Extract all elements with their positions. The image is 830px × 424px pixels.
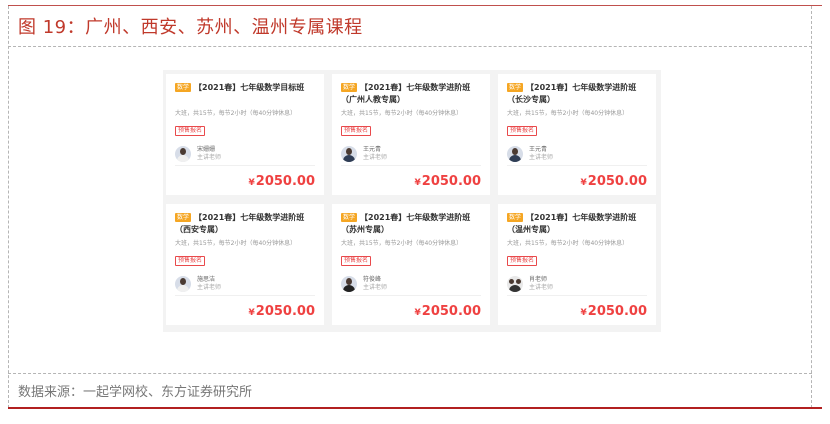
price-value: 2050.00 (421, 304, 481, 319)
teacher-photo-icon (507, 146, 523, 162)
subject-tag: 数学 (507, 213, 524, 222)
teacher-name: 王元青 (529, 146, 548, 153)
price-value: 2050.00 (587, 304, 647, 319)
figure-source: 数据来源：一起学网校、东方证券研究所 (18, 385, 253, 400)
teacher-name: 施思洁 (197, 276, 216, 283)
course-card[interactable]: 数学 【2021春】七年级数学目标班 大班，共15节，每节2小时（每40分钟休息）… (166, 74, 324, 195)
presale-badge: 预售报名 (507, 126, 538, 136)
presale-badge: 预售报名 (507, 256, 538, 266)
course-card[interactable]: 数学 【2021春】七年级数学进阶班（苏州专属） 大班，共15节，每节2小时（每4… (332, 204, 490, 325)
course-title-text: 【2021春】七年级数学进阶班（西安专属） (175, 213, 305, 234)
course-meta: 大班，共15节，每节2小时（每40分钟休息） (341, 110, 463, 117)
card-divider (175, 165, 315, 166)
price-value: 2050.00 (255, 304, 315, 319)
teacher-info: 肖老师 主讲老师 (507, 276, 647, 292)
course-title: 数学 【2021春】七年级数学进阶班（长沙专属） (507, 82, 647, 106)
teacher-info: 施思洁 主讲老师 (175, 276, 315, 292)
figure-title: 图 19：广州、西安、苏州、温州专属课程 (18, 17, 363, 38)
course-title-text: 【2021春】七年级数学进阶班（长沙专属） (507, 83, 637, 104)
teacher-role: 主讲老师 (197, 154, 222, 161)
teacher-role: 主讲老师 (529, 284, 554, 291)
subject-tag: 数学 (175, 213, 192, 222)
teacher-role: 主讲老师 (363, 154, 388, 161)
course-title-text: 【2021春】七年级数学进阶班（广州人教专属） (341, 83, 471, 104)
course-meta: 大班，共15节，每节2小时（每40分钟休息） (175, 240, 297, 247)
course-price: ¥2050.00 (415, 174, 481, 189)
teacher-role: 主讲老师 (529, 154, 554, 161)
course-card[interactable]: 数学 【2021春】七年级数学进阶班（广州人教专属） 大班，共15节，每节2小时（… (332, 74, 490, 195)
teacher-name: 符俊峰 (363, 276, 382, 283)
course-card[interactable]: 数学 【2021春】七年级数学进阶班（长沙专属） 大班，共15节，每节2小时（每4… (498, 74, 656, 195)
price-value: 2050.00 (587, 174, 647, 189)
course-price: ¥2050.00 (581, 174, 647, 189)
source-divider (8, 373, 812, 374)
presale-badge: 预售报名 (175, 126, 206, 136)
currency-symbol: ¥ (580, 178, 587, 188)
card-divider (507, 295, 647, 296)
teacher-group-photo-icon (507, 276, 523, 292)
course-meta: 大班，共15节，每节2小时（每40分钟休息） (507, 110, 629, 117)
bottom-rule (8, 407, 822, 409)
presale-badge: 预售报名 (175, 256, 206, 266)
course-title: 数学 【2021春】七年级数学进阶班（温州专属） (507, 212, 647, 236)
presale-badge: 预售报名 (341, 256, 372, 266)
teacher-info: 宋姗姗 主讲老师 (175, 146, 315, 162)
subject-tag: 数学 (507, 83, 524, 92)
course-card[interactable]: 数学 【2021春】七年级数学进阶班（温州专属） 大班，共15节，每节2小时（每4… (498, 204, 656, 325)
teacher-role: 主讲老师 (363, 284, 388, 291)
teacher-info: 王元青 主讲老师 (341, 146, 481, 162)
subject-tag: 数学 (341, 213, 358, 222)
presale-badge: 预售报名 (341, 126, 372, 136)
card-divider (175, 295, 315, 296)
subject-tag: 数学 (341, 83, 358, 92)
teacher-role: 主讲老师 (197, 284, 222, 291)
course-title-text: 【2021春】七年级数学进阶班（温州专属） (507, 213, 637, 234)
card-divider (341, 165, 481, 166)
course-meta: 大班，共15节，每节2小时（每40分钟休息） (507, 240, 629, 247)
course-title: 数学 【2021春】七年级数学进阶班（广州人教专属） (341, 82, 481, 106)
card-divider (341, 295, 481, 296)
card-divider (507, 165, 647, 166)
course-title-text: 【2021春】七年级数学目标班 (194, 83, 305, 92)
subject-tag: 数学 (175, 83, 192, 92)
teacher-name: 肖老师 (529, 276, 548, 283)
course-card[interactable]: 数学 【2021春】七年级数学进阶班（西安专属） 大班，共15节，每节2小时（每4… (166, 204, 324, 325)
currency-symbol: ¥ (414, 308, 421, 318)
course-price: ¥2050.00 (415, 304, 481, 319)
teacher-photo-icon (175, 276, 191, 292)
course-price: ¥2050.00 (581, 304, 647, 319)
currency-symbol: ¥ (248, 308, 255, 318)
price-value: 2050.00 (255, 174, 315, 189)
teacher-name: 王元青 (363, 146, 382, 153)
teacher-info: 王元青 主讲老师 (507, 146, 647, 162)
currency-symbol: ¥ (580, 308, 587, 318)
course-title: 数学 【2021春】七年级数学进阶班（苏州专属） (341, 212, 481, 236)
course-title: 数学 【2021春】七年级数学目标班 (175, 82, 315, 106)
title-divider (8, 46, 812, 47)
course-title: 数学 【2021春】七年级数学进阶班（西安专属） (175, 212, 315, 236)
teacher-photo-icon (341, 276, 357, 292)
currency-symbol: ¥ (248, 178, 255, 188)
course-meta: 大班，共15节，每节2小时（每40分钟休息） (341, 240, 463, 247)
course-title-text: 【2021春】七年级数学进阶班（苏州专属） (341, 213, 471, 234)
course-price: ¥2050.00 (249, 304, 315, 319)
teacher-photo-icon (341, 146, 357, 162)
teacher-info: 符俊峰 主讲老师 (341, 276, 481, 292)
course-price: ¥2050.00 (249, 174, 315, 189)
teacher-name: 宋姗姗 (197, 146, 216, 153)
currency-symbol: ¥ (414, 178, 421, 188)
price-value: 2050.00 (421, 174, 481, 189)
teacher-photo-icon (175, 146, 191, 162)
course-meta: 大班，共15节，每节2小时（每40分钟休息） (175, 110, 297, 117)
